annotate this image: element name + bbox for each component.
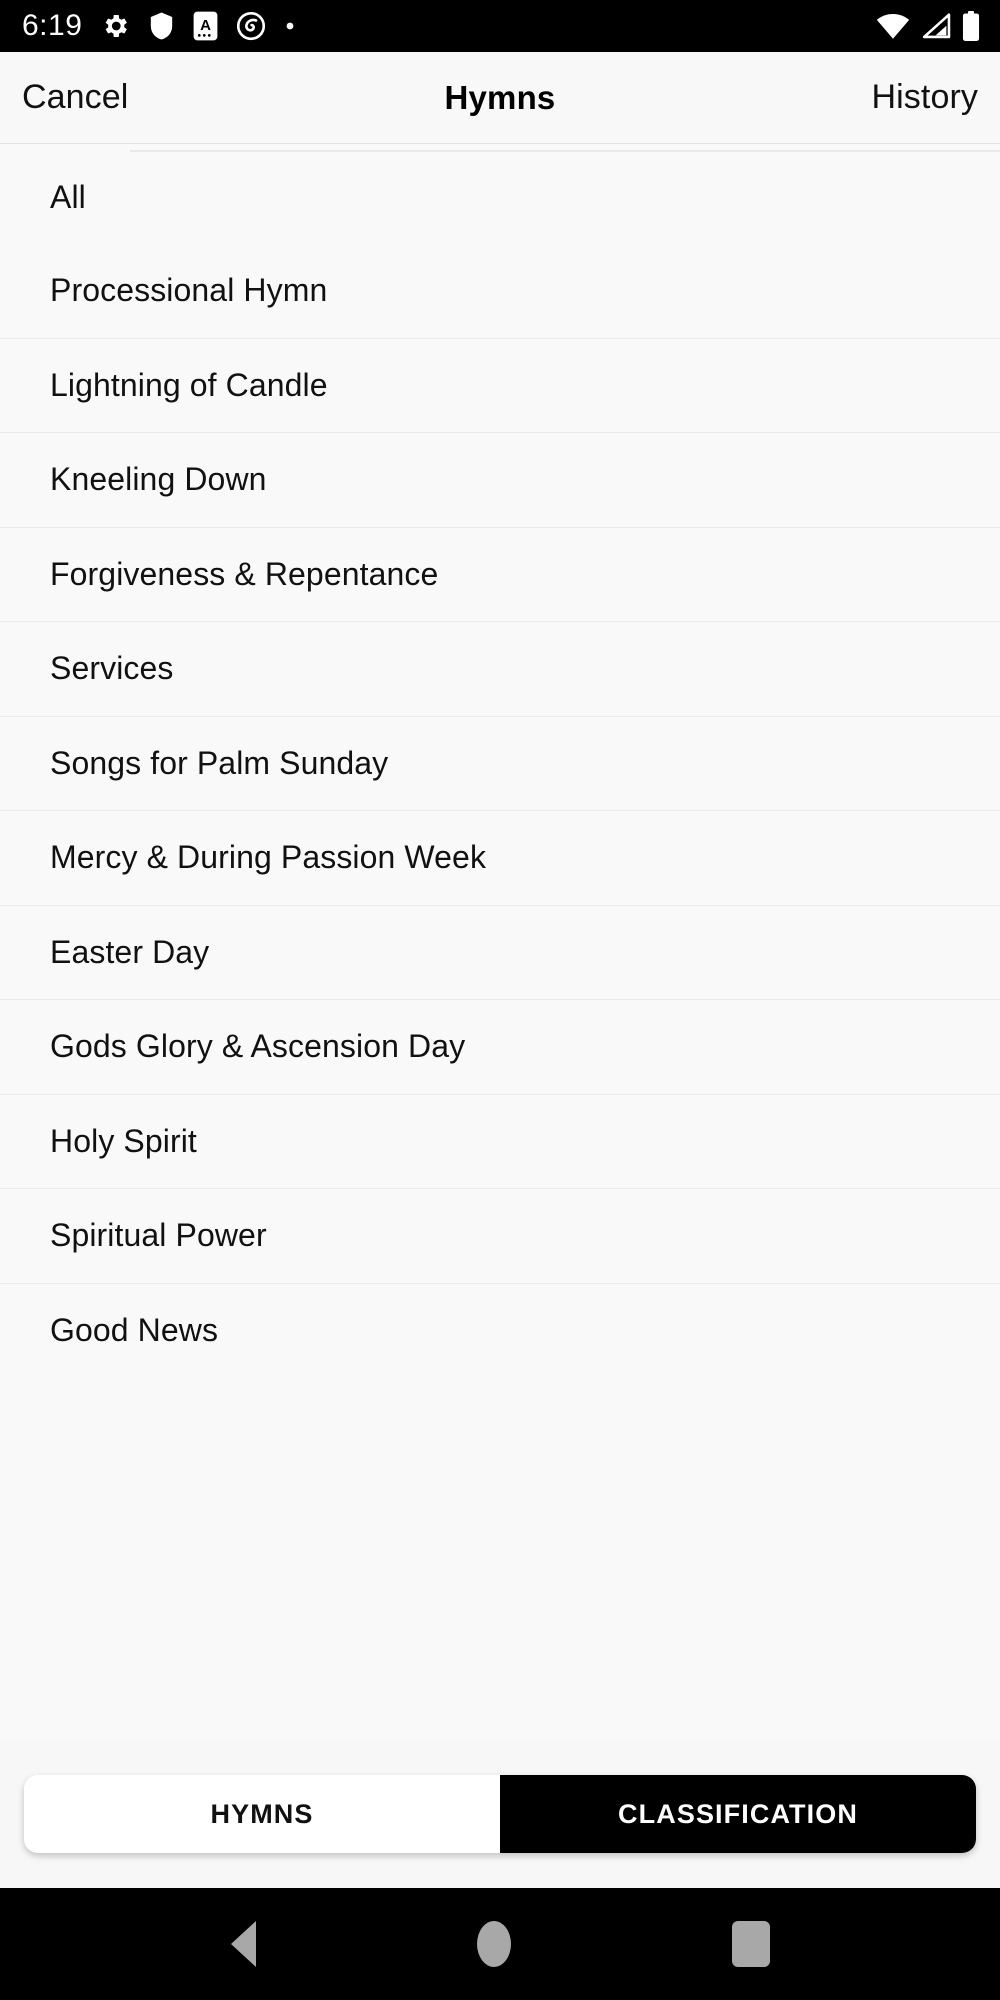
classification-list[interactable]: All Processional Hymn Lightning of Candl… bbox=[0, 144, 1000, 1740]
list-item-label: Songs for Palm Sunday bbox=[50, 744, 389, 781]
list-item-spiritual-power[interactable]: Spiritual Power bbox=[0, 1189, 1000, 1284]
a-badge-icon: A bbox=[194, 11, 218, 41]
list-item-label: Easter Day bbox=[50, 933, 210, 970]
tab-classification-label: CLASSIFICATION bbox=[618, 1798, 858, 1829]
app-screen: 6:19 A Cancel Hymns History All Processi… bbox=[0, 0, 1000, 2000]
segmented-control[interactable]: HYMNS CLASSIFICATION bbox=[24, 1775, 976, 1853]
home-circle-icon[interactable] bbox=[476, 1921, 511, 1967]
list-item-easter-day[interactable]: Easter Day bbox=[0, 905, 1000, 1000]
svg-text:A: A bbox=[200, 17, 211, 34]
list-item-gods-glory-ascension-day[interactable]: Gods Glory & Ascension Day bbox=[0, 1000, 1000, 1095]
list-item-label: Mercy & During Passion Week bbox=[50, 839, 487, 876]
list-item-services[interactable]: Services bbox=[0, 622, 1000, 717]
page-title: Hymns bbox=[444, 78, 556, 116]
status-bar-right bbox=[876, 11, 980, 41]
navigation-header: Cancel Hymns History bbox=[0, 52, 1000, 144]
list-item-label: Gods Glory & Ascension Day bbox=[50, 1028, 466, 1065]
cellular-signal-icon bbox=[922, 13, 951, 39]
status-bar-clock: 6:19 bbox=[22, 9, 83, 42]
history-button[interactable]: History bbox=[871, 78, 978, 117]
list-item-label: Holy Spirit bbox=[50, 1122, 197, 1159]
list-item-label: Lightning of Candle bbox=[50, 366, 328, 403]
circle-logo-icon bbox=[237, 11, 266, 41]
list-item-label: Kneeling Down bbox=[50, 461, 267, 498]
status-bar: 6:19 A bbox=[0, 0, 1000, 52]
list-item-forgiveness-repentance[interactable]: Forgiveness & Repentance bbox=[0, 527, 1000, 622]
list-item-label: Forgiveness & Repentance bbox=[50, 555, 439, 592]
bottom-tab-bar: HYMNS CLASSIFICATION bbox=[0, 1740, 1000, 1888]
back-triangle-icon[interactable] bbox=[230, 1921, 256, 1967]
list-item-good-news[interactable]: Good News bbox=[0, 1283, 1000, 1378]
list-top-divider bbox=[130, 150, 1000, 152]
list-item-kneeling-down[interactable]: Kneeling Down bbox=[0, 433, 1000, 528]
list-item-label: Spiritual Power bbox=[50, 1217, 267, 1254]
tab-classification[interactable]: CLASSIFICATION bbox=[500, 1775, 976, 1853]
list-item-label: All bbox=[50, 178, 86, 215]
status-bar-left: 6:19 A bbox=[22, 11, 296, 41]
gear-icon bbox=[106, 15, 128, 37]
list-item-label: Services bbox=[50, 650, 174, 687]
list-item-label: Processional Hymn bbox=[50, 272, 328, 309]
cancel-button[interactable]: Cancel bbox=[22, 78, 128, 117]
list-item-label: Good News bbox=[50, 1312, 219, 1349]
list-item-mercy-during-passion-week[interactable]: Mercy & During Passion Week bbox=[0, 811, 1000, 906]
android-navigation-bar bbox=[0, 1888, 1000, 2000]
shield-icon bbox=[151, 12, 173, 40]
dot-icon bbox=[286, 22, 294, 30]
list-item-processional-hymn[interactable]: Processional Hymn bbox=[0, 244, 1000, 339]
tab-hymns-label: HYMNS bbox=[210, 1798, 314, 1829]
battery-icon bbox=[962, 11, 980, 41]
list-item-holy-spirit[interactable]: Holy Spirit bbox=[0, 1094, 1000, 1189]
list-item-lightning-of-candle[interactable]: Lightning of Candle bbox=[0, 338, 1000, 433]
wifi-icon bbox=[876, 13, 910, 39]
tab-hymns[interactable]: HYMNS bbox=[24, 1775, 500, 1853]
list-item-all[interactable]: All bbox=[0, 144, 1000, 244]
recents-square-icon[interactable] bbox=[731, 1921, 770, 1967]
list-item-songs-for-palm-sunday[interactable]: Songs for Palm Sunday bbox=[0, 716, 1000, 811]
